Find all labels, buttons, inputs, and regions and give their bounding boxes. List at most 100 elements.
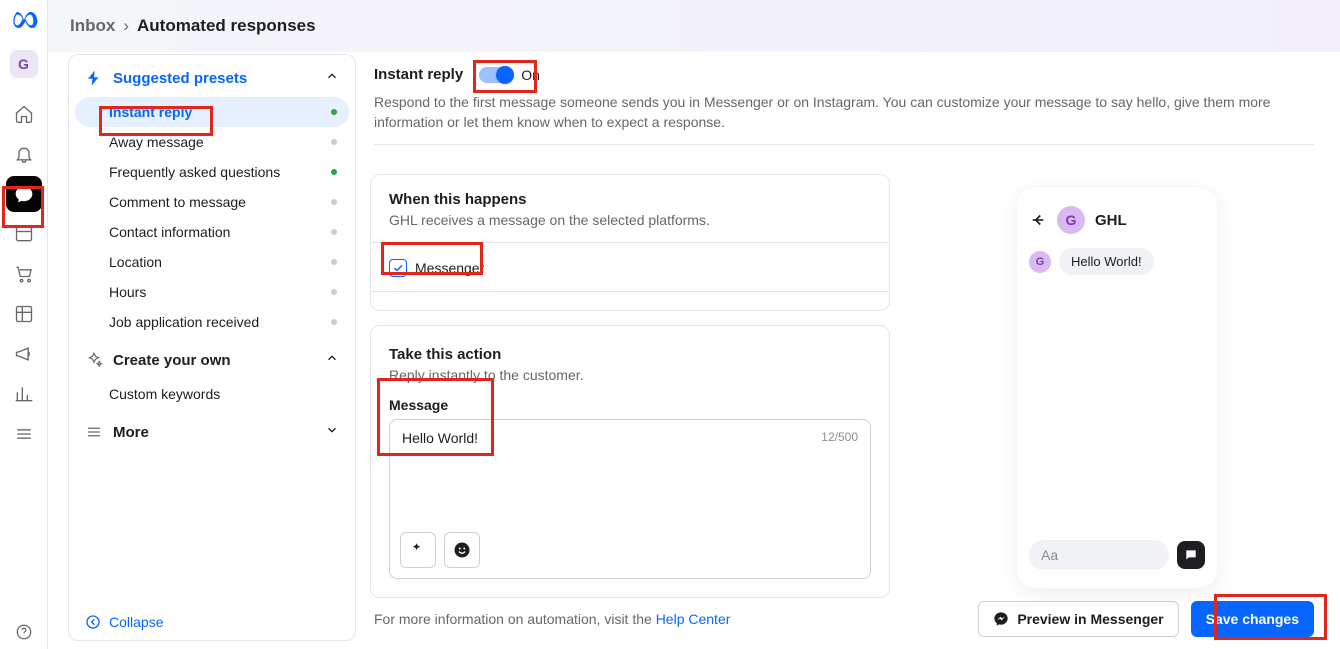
sidebar-item-label: Job application received	[109, 314, 259, 330]
char-counter: 12/500	[821, 430, 858, 444]
status-dot	[331, 139, 337, 145]
sidebar-item-job-application[interactable]: Job application received	[69, 307, 355, 337]
sidebar-item-contact-info[interactable]: Contact information	[69, 217, 355, 247]
create-your-own-header[interactable]: Create your own	[69, 337, 355, 379]
chevron-up-icon	[325, 351, 339, 369]
bar-chart-icon	[14, 384, 34, 404]
left-rail: G	[0, 0, 48, 649]
sidebar-item-location[interactable]: Location	[69, 247, 355, 277]
planner-icon	[14, 224, 34, 244]
status-dot	[331, 319, 337, 325]
message-input[interactable]: Hello World! 12/500	[389, 419, 871, 579]
phone-avatar: G	[1057, 206, 1085, 234]
instant-reply-toggle[interactable]: On	[479, 67, 540, 83]
rail-insights-table[interactable]	[6, 296, 42, 332]
status-dot	[331, 229, 337, 235]
message-label: Message	[389, 397, 871, 413]
toggle-track	[479, 67, 513, 83]
create-list: Custom keywords	[69, 379, 355, 409]
emoji-icon	[453, 541, 471, 559]
status-dot	[331, 169, 337, 175]
menu-icon	[85, 423, 103, 441]
sidebar-item-away-message[interactable]: Away message	[69, 127, 355, 157]
rail-help[interactable]	[0, 623, 47, 641]
more-section-title: More	[113, 424, 149, 441]
collapse-label: Collapse	[109, 614, 163, 630]
take-this-action-card: Take this action Reply instantly to the …	[370, 325, 890, 598]
emoji-button[interactable]	[444, 532, 480, 568]
when-this-happens-card: When this happens GHL receives a message…	[370, 174, 890, 311]
phone-avatar-small: G	[1029, 251, 1051, 273]
sidebar-item-hours[interactable]: Hours	[69, 277, 355, 307]
create-section-title: Create your own	[113, 352, 231, 369]
footer-info-text: For more information on automation, visi…	[374, 611, 656, 627]
sidebar-item-label: Instant reply	[109, 104, 192, 120]
bell-icon	[14, 144, 34, 164]
cart-icon	[14, 264, 34, 284]
rail-home[interactable]	[6, 96, 42, 132]
user-avatar[interactable]: G	[10, 50, 38, 78]
presets-section-title: Suggested presets	[113, 70, 247, 87]
checkbox-label: Messenger	[415, 260, 484, 276]
rail-analytics[interactable]	[6, 376, 42, 412]
sidebar-item-label: Hours	[109, 284, 146, 300]
footer: For more information on automation, visi…	[370, 589, 1334, 649]
phone-header: G GHL	[1029, 206, 1205, 234]
save-changes-button[interactable]: Save changes	[1191, 601, 1314, 637]
preview-message-row: G Hello World!	[1029, 248, 1205, 275]
breadcrumb-parent[interactable]: Inbox	[70, 16, 115, 36]
rail-inbox[interactable]	[6, 176, 42, 212]
sparkle-icon	[85, 351, 103, 369]
messenger-icon	[993, 611, 1009, 627]
sidebar-item-label: Custom keywords	[109, 386, 220, 402]
chat-bubble-icon	[14, 184, 34, 204]
rail-more[interactable]	[6, 416, 42, 452]
help-center-link[interactable]: Help Center	[656, 611, 731, 627]
toggle-knob	[496, 66, 514, 84]
sparkle-plus-icon	[409, 541, 427, 559]
home-icon	[14, 104, 34, 124]
status-dot	[331, 199, 337, 205]
sidebar-item-label: Contact information	[109, 224, 230, 240]
preview-in-messenger-button[interactable]: Preview in Messenger	[978, 601, 1178, 637]
sidebar-item-label: Frequently asked questions	[109, 164, 280, 180]
send-icon	[1184, 548, 1198, 562]
rail-ads[interactable]	[6, 336, 42, 372]
phone-name: GHL	[1095, 212, 1127, 229]
breadcrumb: Inbox › Automated responses	[48, 0, 1340, 52]
sidebar-item-custom-keywords[interactable]: Custom keywords	[69, 379, 355, 409]
meta-logo[interactable]	[8, 4, 40, 36]
message-text: Hello World!	[402, 430, 858, 446]
sidebar-item-label: Location	[109, 254, 162, 270]
phone-input-field[interactable]: Aa	[1029, 540, 1169, 570]
back-arrow-icon[interactable]	[1029, 211, 1047, 229]
personalize-button[interactable]	[400, 532, 436, 568]
bolt-icon	[85, 69, 103, 87]
rail-planner[interactable]	[6, 216, 42, 252]
phone-preview: G GHL G Hello World! Aa	[1017, 188, 1217, 588]
editor-column: When this happens GHL receives a message…	[370, 160, 890, 589]
phone-send-button[interactable]	[1177, 541, 1205, 569]
more-section-header[interactable]: More	[69, 409, 355, 451]
sidebar-item-instant-reply[interactable]: Instant reply	[75, 97, 349, 127]
detail-header: Instant reply On Respond to the first me…	[370, 52, 1334, 156]
sidebar-item-comment-to-message[interactable]: Comment to message	[69, 187, 355, 217]
breadcrumb-current: Automated responses	[137, 16, 316, 36]
presets-list: Instant reply Away message Frequently as…	[69, 97, 355, 337]
toggle-state-label: On	[521, 67, 540, 83]
sidebar-item-faq[interactable]: Frequently asked questions	[69, 157, 355, 187]
preview-column: G GHL G Hello World! Aa	[920, 160, 1314, 589]
meta-icon	[8, 4, 40, 36]
checkbox-checked-icon	[389, 259, 407, 277]
rail-commerce[interactable]	[6, 256, 42, 292]
rail-notifications[interactable]	[6, 136, 42, 172]
detail-column: Instant reply On Respond to the first me…	[356, 52, 1334, 649]
action-title: Take this action	[389, 346, 871, 363]
messenger-checkbox[interactable]: Messenger	[389, 257, 871, 277]
collapse-button[interactable]: Collapse	[85, 614, 163, 630]
when-title: When this happens	[389, 191, 871, 208]
status-dot	[331, 109, 337, 115]
sidebar-item-label: Away message	[109, 134, 204, 150]
presets-section-header[interactable]: Suggested presets	[69, 55, 355, 97]
megaphone-icon	[14, 344, 34, 364]
